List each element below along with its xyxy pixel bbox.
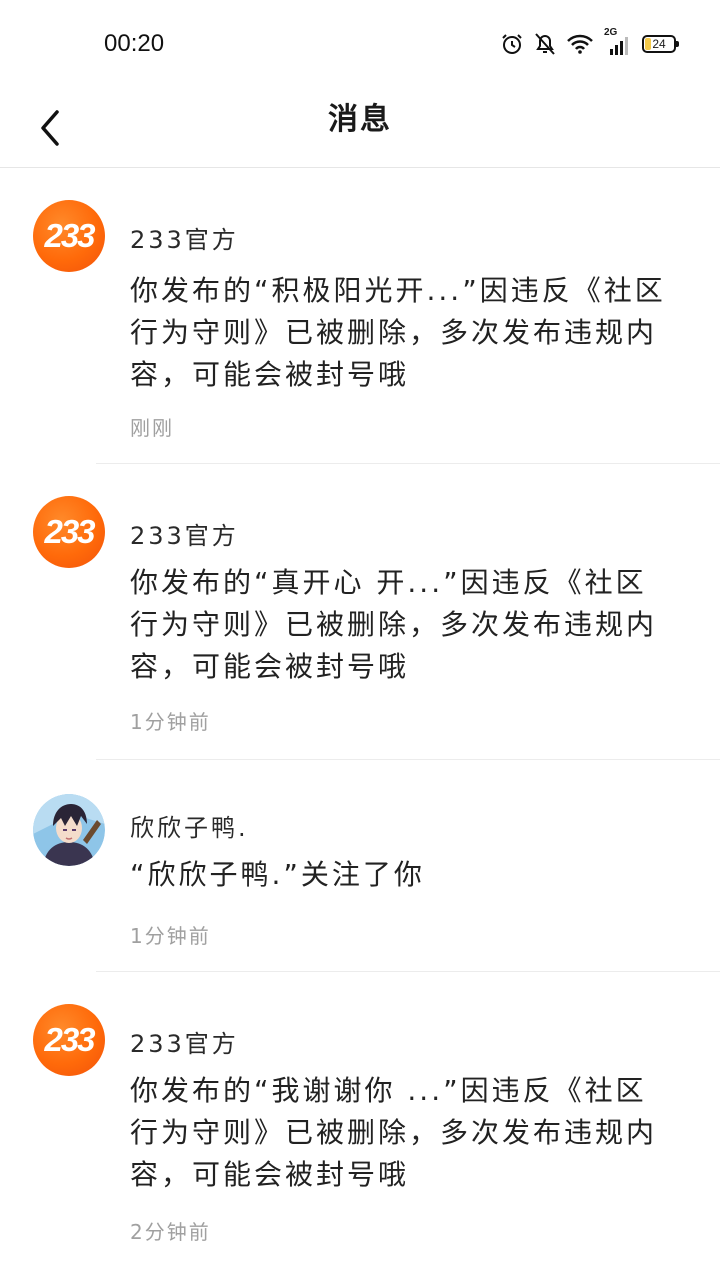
avatar[interactable]: 233 xyxy=(33,496,105,568)
avatar-logo-text: 233 xyxy=(44,1021,95,1058)
header: 消息 xyxy=(0,88,720,168)
message-text: 你发布的“积极阳光开...”因违反《社区行为守则》已被删除，多次发布违规内容，可… xyxy=(130,274,666,391)
battery-icon: 24 xyxy=(642,35,679,53)
message-item[interactable]: 233 233官方 你发布的“我谢谢你 ...”因违反《社区行为守则》已被删除，… xyxy=(0,972,720,1266)
anime-character-avatar-icon xyxy=(33,794,105,866)
status-icons: 2G 24 xyxy=(500,27,679,58)
message-item[interactable]: 233 233官方 你发布的“真开心 开...”因违反《社区行为守则》已被删除，… xyxy=(0,464,720,760)
page-title: 消息 xyxy=(328,102,392,137)
battery-level: 24 xyxy=(652,37,666,51)
message-text: “欣欣子鸭.”关注了你 xyxy=(130,858,425,891)
status-bar: 00:20 2G 24 xyxy=(0,0,720,88)
cell-signal-icon: 2G xyxy=(604,27,632,57)
wifi-icon xyxy=(566,33,594,55)
avatar-logo-text: 233 xyxy=(44,217,95,254)
avatar[interactable]: 233 xyxy=(33,200,105,272)
sender-name: 233官方 xyxy=(130,1030,239,1058)
message-item[interactable]: 233 233官方 你发布的“积极阳光开...”因违反《社区行为守则》已被删除，… xyxy=(0,168,720,464)
sender-name: 欣欣子鸭. xyxy=(130,814,249,842)
timestamp: 1分钟前 xyxy=(130,710,211,734)
message-text: 你发布的“我谢谢你 ...”因违反《社区行为守则》已被删除，多次发布违规内容，可… xyxy=(130,1074,658,1191)
avatar[interactable] xyxy=(33,794,105,866)
timestamp: 刚刚 xyxy=(130,416,174,440)
sender-name: 233官方 xyxy=(130,522,239,550)
message-text: 你发布的“真开心 开...”因违反《社区行为守则》已被删除，多次发布违规内容，可… xyxy=(130,566,658,683)
message-list: 233 233官方 你发布的“积极阳光开...”因违反《社区行为守则》已被删除，… xyxy=(0,168,720,1266)
avatar-logo-text: 233 xyxy=(44,513,95,550)
message-item[interactable]: 欣欣子鸭. “欣欣子鸭.”关注了你 1分钟前 xyxy=(0,760,720,972)
timestamp: 2分钟前 xyxy=(130,1220,211,1244)
alarm-icon xyxy=(500,32,524,56)
status-time: 00:20 xyxy=(104,30,165,57)
timestamp: 1分钟前 xyxy=(130,924,211,948)
sender-name: 233官方 xyxy=(130,226,239,254)
avatar[interactable]: 233 xyxy=(33,1004,105,1076)
mute-bell-icon xyxy=(534,32,556,56)
